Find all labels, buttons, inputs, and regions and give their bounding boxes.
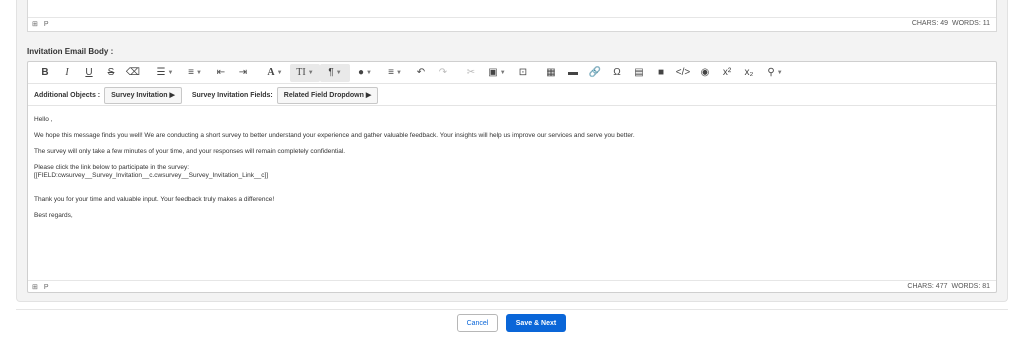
font-color-button[interactable]: A ▼ <box>260 64 290 82</box>
body-line-1: We hope this message finds you well! We … <box>34 132 635 139</box>
outdent-icon[interactable]: ⇤ <box>210 64 232 82</box>
chars-count: CHARS: 477 <box>907 283 948 290</box>
redo-icon[interactable]: ↷ <box>432 64 454 82</box>
survey-invitation-button[interactable]: Survey Invitation ▶ <box>104 86 182 104</box>
align-button[interactable]: ≡ ▼ <box>380 64 410 82</box>
cut-icon[interactable]: ✂ <box>460 64 482 82</box>
email-body-label: Invitation Email Body : <box>27 47 114 56</box>
form-panel: ⊞ P CHARS: 49 WORDS: 11 Invitation Email… <box>16 0 1008 302</box>
survey-link-merge-field: [[FIELD:cwsurvey__Survey_Invitation__c.c… <box>34 172 269 179</box>
eraser-icon[interactable]: ⌫ <box>122 64 144 82</box>
special-char-icon[interactable]: Ω <box>606 64 628 82</box>
chars-count: CHARS: 49 <box>911 20 948 27</box>
horizontal-line-icon[interactable]: ▬ <box>562 64 584 82</box>
body-line-3: Please click the link below to participa… <box>34 164 189 171</box>
subscript-button[interactable]: x₂ <box>738 64 760 82</box>
undo-icon[interactable]: ↶ <box>410 64 432 82</box>
bullet-list-button[interactable]: ☰ ▼ <box>150 64 180 82</box>
greeting-line: Hello , <box>34 116 53 123</box>
grid-icon: ⊞ <box>32 284 38 291</box>
superscript-button[interactable]: x² <box>716 64 738 82</box>
document-icon[interactable]: ▤ <box>628 64 650 82</box>
search-icon[interactable]: ⚲ ▼ <box>760 64 790 82</box>
editor-toolbar: B I U S ⌫ ☰ ▼ ≡ ▼ ⇤ ⇥ A ▼ TI ▼ ¶ ▼ ● ▼ ≡ ▼ ↶ ↷ … <box>28 62 996 84</box>
font-size-button[interactable]: TI ▼ <box>290 63 320 82</box>
email-body-editor: B I U S ⌫ ☰ ▼ ≡ ▼ ⇤ ⇥ A ▼ TI ▼ ¶ ▼ ● ▼ ≡ ▼ ↶ ↷ … <box>27 61 997 293</box>
editor-status-bar: ⊞ P CHARS: 477 WORDS: 81 <box>28 280 996 292</box>
cancel-button[interactable]: Cancel <box>457 314 498 332</box>
italic-button[interactable]: I <box>56 64 78 82</box>
element-path: P <box>43 20 49 28</box>
page: ⊞ P CHARS: 49 WORDS: 11 Invitation Email… <box>0 0 1024 348</box>
strikethrough-button[interactable]: S <box>100 64 122 82</box>
signoff-line: Best regards, <box>34 212 73 219</box>
video-icon[interactable]: ■ <box>650 64 672 82</box>
paragraph-button[interactable]: ¶ ▼ <box>320 63 350 82</box>
related-field-dropdown-button[interactable]: Related Field Dropdown ▶ <box>276 86 379 104</box>
footer-divider <box>16 309 1008 310</box>
table-icon[interactable]: ▦ <box>540 64 562 82</box>
grid-icon: ⊞ <box>32 21 38 28</box>
numbered-list-button[interactable]: ≡ ▼ <box>180 64 210 82</box>
email-body-content[interactable]: Hello , We hope this message finds you w… <box>34 116 635 220</box>
additional-objects-label: Additional Objects : <box>34 91 101 99</box>
save-next-button[interactable]: Save & Next <box>506 314 566 332</box>
bold-button[interactable]: B <box>34 64 56 82</box>
body-line-5: Thank you for your time and valuable inp… <box>34 196 275 203</box>
words-count: WORDS: 11 <box>952 20 990 27</box>
select-all-icon[interactable]: ⊡ <box>512 64 534 82</box>
words-count: WORDS: 81 <box>951 283 990 290</box>
preview-icon[interactable]: ◉ <box>694 64 716 82</box>
link-icon[interactable]: 🔗 <box>584 64 606 82</box>
survey-invitation-fields-label: Survey Invitation Fields: <box>191 91 273 99</box>
color-drop-icon[interactable]: ● ▼ <box>350 64 380 82</box>
subject-editor[interactable]: ⊞ P CHARS: 49 WORDS: 11 <box>27 0 997 32</box>
objects-bar: Additional Objects : Survey Invitation ▶… <box>28 85 996 106</box>
underline-button[interactable]: U <box>78 64 100 82</box>
element-path: P <box>43 283 49 291</box>
editor-status-bar: ⊞ P CHARS: 49 WORDS: 11 <box>28 17 996 31</box>
paste-icon[interactable]: ▣ ▼ <box>482 64 512 82</box>
code-icon[interactable]: </> <box>672 64 694 82</box>
indent-icon[interactable]: ⇥ <box>232 64 254 82</box>
body-line-2: The survey will only take a few minutes … <box>34 148 346 155</box>
